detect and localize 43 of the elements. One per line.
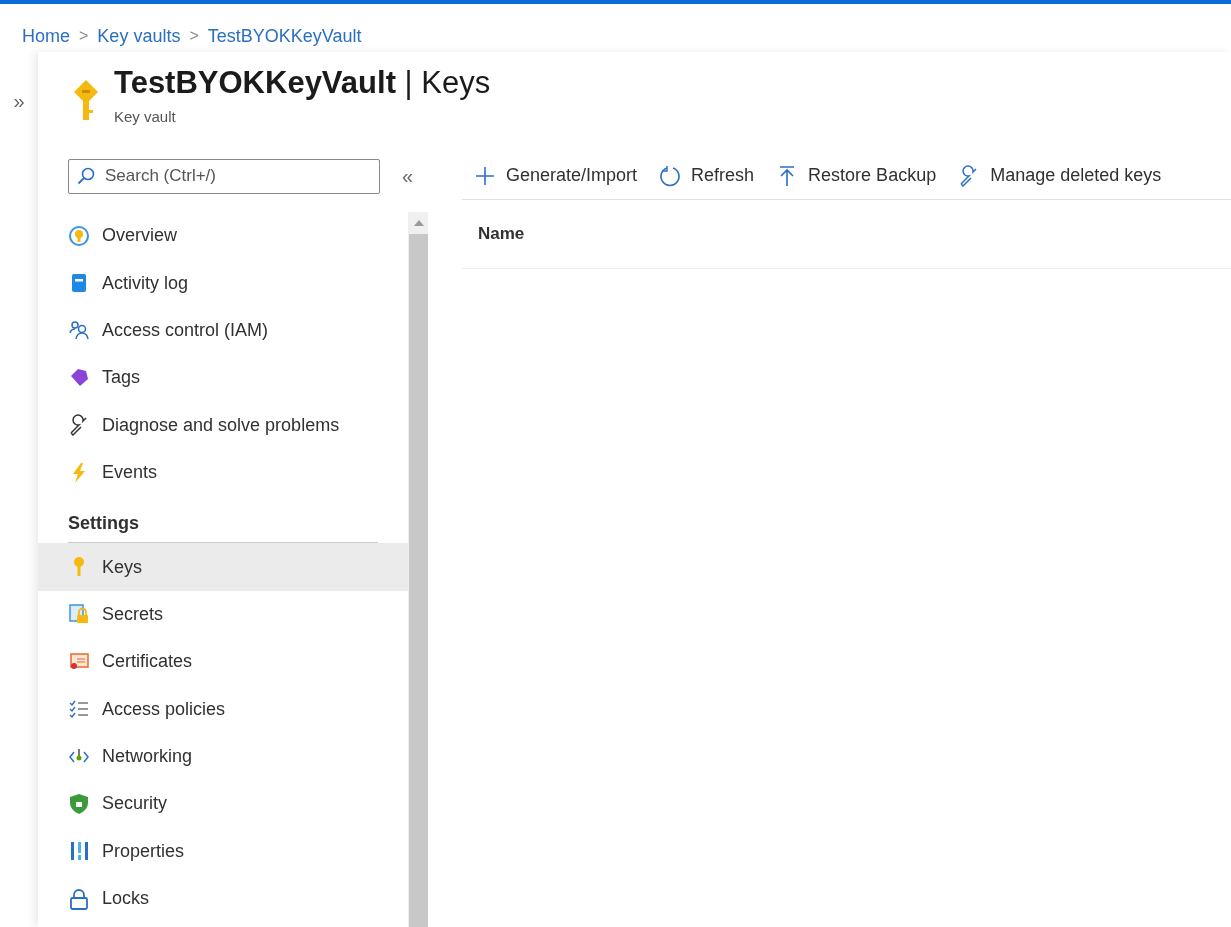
page-title: TestBYOKKeyVault | Keys <box>114 66 491 101</box>
menu-item[interactable]: Tags <box>38 354 408 402</box>
scrollbar[interactable] <box>408 212 428 927</box>
menu-item[interactable]: Events <box>38 448 408 497</box>
properties-icon <box>68 840 90 863</box>
toolbar-button[interactable]: Manage deleted keys <box>958 162 1162 189</box>
toolbar-button[interactable]: Generate/Import <box>474 162 638 189</box>
menu-item[interactable]: Overview <box>38 212 408 260</box>
menu-item[interactable]: Keys <box>38 543 408 591</box>
menu-item[interactable]: Secrets <box>38 590 408 639</box>
people-icon <box>68 319 90 342</box>
section-heading: Settings <box>67 512 140 536</box>
menu-item[interactable]: Security <box>38 780 408 828</box>
shield-icon <box>68 793 90 815</box>
menu-item[interactable]: Diagnose and solve problems <box>38 401 408 449</box>
search-field[interactable]: Search (Ctrl+/) <box>68 158 380 194</box>
checklist-icon <box>68 698 90 721</box>
key-icon <box>72 80 100 122</box>
breadcrumb-link[interactable]: Key vaults <box>97 22 181 50</box>
overview-icon <box>68 224 90 247</box>
menu-item[interactable]: Networking <box>38 732 408 781</box>
expand-toggle[interactable]: » <box>13 90 25 112</box>
menu-item[interactable]: Access policies <box>38 685 408 733</box>
menu-item[interactable]: Locks <box>38 875 408 923</box>
toolbar-button[interactable]: Refresh <box>659 162 755 189</box>
tag-icon <box>68 366 90 389</box>
menu-item[interactable]: Properties <box>38 827 408 876</box>
breadcrumb-link[interactable]: Home <box>22 22 70 50</box>
scroll-up-icon[interactable] <box>413 220 424 226</box>
toolbar-button[interactable]: Restore Backup <box>776 162 937 189</box>
chevron-icon: > <box>79 24 89 48</box>
menu-item[interactable]: Certificates <box>38 638 408 686</box>
menu-item[interactable]: Activity log <box>38 259 408 307</box>
refresh-icon <box>659 164 682 187</box>
column-header[interactable]: Name <box>478 221 525 247</box>
collapse-toggle[interactable]: « <box>402 161 414 191</box>
page-subtitle: Key vault <box>114 107 177 128</box>
chevron-icon: > <box>189 24 199 48</box>
plus-icon <box>474 164 496 187</box>
secret-icon <box>68 603 90 626</box>
lock-icon <box>68 887 90 910</box>
breadcrumb-link[interactable]: TestBYOKKeyVault <box>207 22 362 50</box>
menu-item[interactable]: Access control (IAM) <box>38 306 408 355</box>
